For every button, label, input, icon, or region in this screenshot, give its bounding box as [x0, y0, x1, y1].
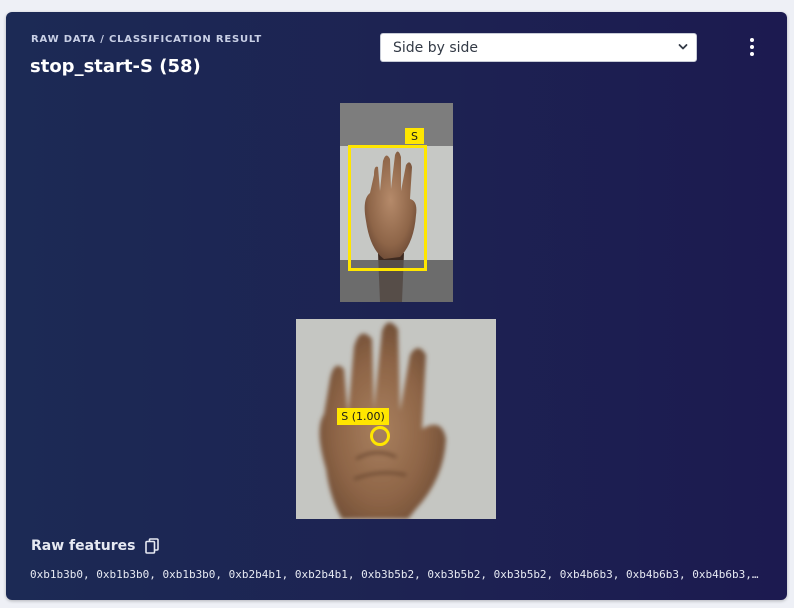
sample-title: stop_start-S (58) [30, 56, 201, 77]
classification-point-label: S (1.00) [337, 408, 389, 425]
view-mode-select[interactable]: Side by side [380, 33, 697, 62]
copy-icon[interactable] [145, 538, 160, 554]
detection-bounding-box [348, 145, 427, 271]
raw-features-title: Raw features [31, 538, 136, 554]
raw-features-values: 0xb1b3b0, 0xb1b3b0, 0xb1b3b0, 0xb2b4b1, … [30, 568, 760, 581]
chevron-down-icon [678, 44, 688, 50]
view-mode-selected-value: Side by side [393, 39, 479, 56]
classification-point-marker [370, 426, 390, 446]
result-image [296, 319, 496, 519]
card-eyebrow: RAW DATA / CLASSIFICATION RESULT [31, 34, 263, 45]
detection-box-label: S [405, 128, 424, 144]
raw-features-heading: Raw features [31, 538, 160, 554]
more-options-icon[interactable] [745, 38, 759, 56]
classification-card: RAW DATA / CLASSIFICATION RESULT stop_st… [6, 12, 787, 600]
